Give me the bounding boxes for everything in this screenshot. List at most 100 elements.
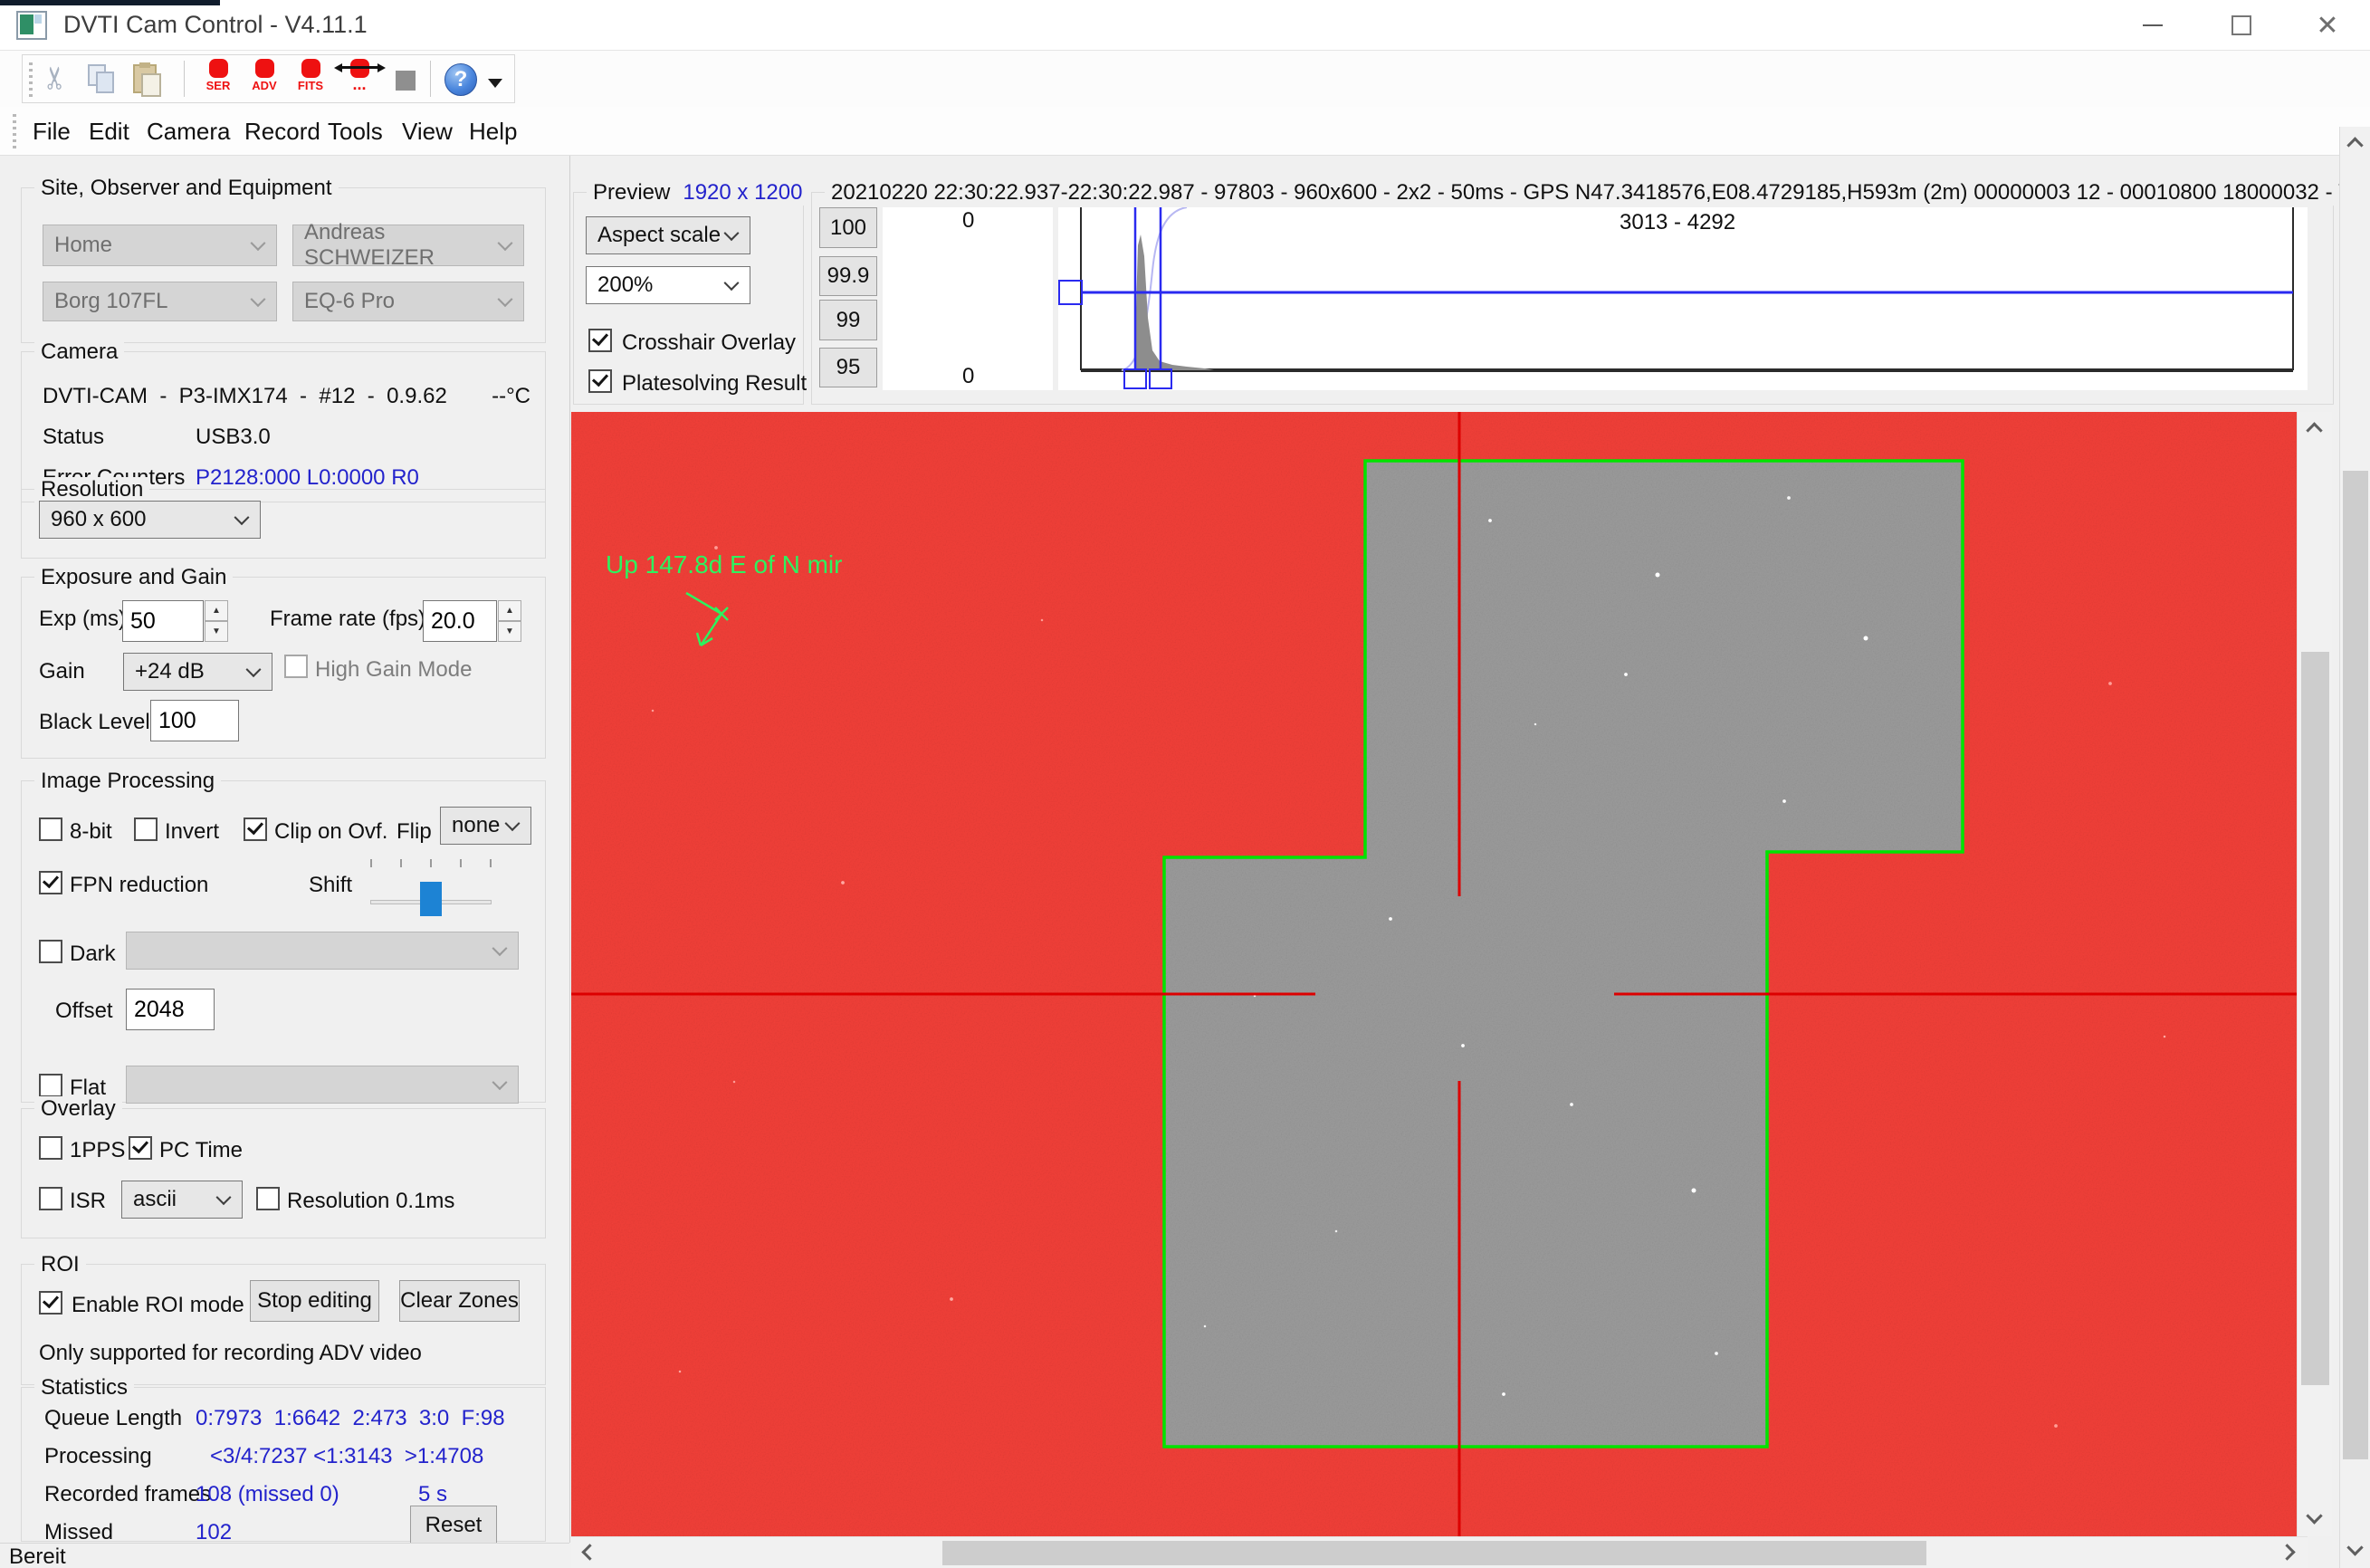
- exp-input[interactable]: 50: [122, 600, 204, 642]
- close-button[interactable]: ✕: [2285, 0, 2370, 51]
- cut-icon[interactable]: ✂: [40, 65, 71, 91]
- aspect-scale-select[interactable]: Aspect scale: [586, 216, 750, 254]
- window-vscrollbar[interactable]: [2339, 127, 2370, 1568]
- black-level-value: 100: [158, 708, 196, 734]
- queue-length-label: Queue Length: [44, 1407, 182, 1430]
- hscroll-thumb[interactable]: [942, 1541, 1926, 1565]
- clip-checkbox[interactable]: [244, 817, 267, 841]
- chevron-down-icon: [492, 1075, 508, 1090]
- pctime-checkbox[interactable]: [129, 1136, 152, 1160]
- spin-up-icon[interactable]: ▲: [498, 600, 521, 621]
- preview-hscrollbar[interactable]: [571, 1536, 2308, 1568]
- record-ser-button[interactable]: SER: [196, 59, 240, 100]
- menu-file[interactable]: File: [33, 118, 71, 146]
- paste-icon[interactable]: [133, 62, 164, 97]
- spin-down-icon[interactable]: ▼: [498, 621, 521, 642]
- flip-select[interactable]: none: [440, 807, 531, 845]
- flat-checkbox[interactable]: [39, 1074, 62, 1097]
- scroll-down-icon[interactable]: [2306, 1507, 2322, 1524]
- zoom-level-value: 200%: [597, 272, 653, 298]
- maximize-button[interactable]: [2198, 0, 2285, 51]
- shift-slider-thumb[interactable]: [420, 882, 442, 916]
- toolbar-overflow-icon[interactable]: [488, 79, 502, 88]
- telescope-select[interactable]: Borg 107FL: [43, 282, 277, 321]
- scroll-down-icon[interactable]: [2346, 1539, 2363, 1555]
- slider-tick: [370, 859, 372, 867]
- gain-select[interactable]: +24 dB: [123, 653, 272, 691]
- shift-label: Shift: [309, 874, 352, 897]
- recorded-frames-value: 108 (missed 0): [196, 1483, 339, 1506]
- slider-tick: [460, 859, 462, 867]
- resolution01-checkbox[interactable]: [256, 1187, 280, 1210]
- framerate-stepper[interactable]: ▲▼: [498, 600, 521, 642]
- menu-view[interactable]: View: [402, 118, 453, 146]
- spin-up-icon[interactable]: ▲: [205, 600, 228, 621]
- help-icon[interactable]: ?: [444, 63, 477, 96]
- scroll-left-icon[interactable]: [581, 1544, 597, 1560]
- scroll-right-icon[interactable]: [2279, 1544, 2295, 1560]
- offset-input[interactable]: 2048: [126, 989, 215, 1030]
- toolbar-grip[interactable]: [29, 62, 33, 97]
- group-exposure: Exposure and Gain Exp (ms) 50 ▲▼ Frame r…: [21, 577, 546, 759]
- framerate-input[interactable]: 20.0: [423, 600, 497, 642]
- isr-mode-select[interactable]: ascii: [121, 1181, 243, 1219]
- clear-zones-button[interactable]: Clear Zones: [399, 1280, 520, 1322]
- menu-record[interactable]: Record: [244, 118, 320, 146]
- observer-value: Andreas SCHWEIZER: [304, 220, 512, 271]
- profile-bottom-value: 0: [962, 365, 974, 388]
- scroll-up-icon[interactable]: [2346, 137, 2363, 153]
- dark-frame-select[interactable]: [126, 932, 519, 970]
- record-adv-button[interactable]: ADV: [243, 59, 286, 100]
- vscroll-thumb[interactable]: [2343, 471, 2368, 1459]
- preview-vscrollbar[interactable]: [2297, 412, 2332, 1536]
- menu-grip[interactable]: [13, 114, 16, 148]
- enable-roi-checkbox[interactable]: [39, 1291, 62, 1315]
- group-resolution-title: Resolution: [34, 477, 149, 502]
- copy-icon[interactable]: [88, 64, 119, 95]
- crosshair-overlay-checkbox[interactable]: [588, 329, 612, 352]
- 1pps-checkbox[interactable]: [39, 1136, 62, 1160]
- stretch-99-button[interactable]: 99: [819, 300, 877, 340]
- observer-select[interactable]: Andreas SCHWEIZER: [292, 225, 524, 266]
- zoom-level-select[interactable]: 200%: [586, 266, 750, 304]
- stop-icon[interactable]: [396, 71, 416, 91]
- group-statistics: Statistics Queue Length 0:7973 1:6642 2:…: [21, 1387, 546, 1542]
- record-fits-button[interactable]: FITS: [289, 59, 332, 100]
- stop-editing-button[interactable]: Stop editing: [250, 1280, 379, 1322]
- preview-canvas[interactable]: Up 147.8d E of N mir: [571, 412, 2297, 1536]
- menu-help[interactable]: Help: [469, 118, 517, 146]
- exp-stepper[interactable]: ▲▼: [205, 600, 228, 642]
- menu-camera[interactable]: Camera: [147, 118, 230, 146]
- minimize-button[interactable]: [2109, 0, 2196, 51]
- recorded-time-value: 5 s: [418, 1483, 447, 1506]
- fpn-label: FPN reduction: [70, 874, 208, 897]
- invert-checkbox[interactable]: [134, 817, 158, 841]
- preview-title-text: Preview: [593, 180, 670, 206]
- record-options-label: ...: [336, 80, 383, 89]
- high-gain-checkbox[interactable]: [284, 655, 308, 678]
- black-level-input[interactable]: 100: [150, 700, 239, 741]
- scroll-up-icon[interactable]: [2306, 422, 2322, 438]
- resolution-select[interactable]: 960 x 600: [39, 501, 261, 539]
- group-processing-title: Image Processing: [34, 769, 221, 794]
- record-options-button[interactable]: ...: [336, 59, 383, 100]
- platesolving-checkbox[interactable]: [588, 369, 612, 393]
- site-select[interactable]: Home: [43, 225, 277, 266]
- toolbar-band: ✂ SER ADV FITS: [22, 54, 515, 103]
- flat-frame-select[interactable]: [126, 1066, 519, 1104]
- stretch-99-9-button[interactable]: 99.9: [819, 256, 877, 296]
- isr-checkbox[interactable]: [39, 1187, 62, 1210]
- 8bit-checkbox[interactable]: [39, 817, 62, 841]
- dark-checkbox[interactable]: [39, 940, 62, 963]
- mount-select[interactable]: EQ-6 Pro: [292, 282, 524, 321]
- background-window-strip: [0, 0, 220, 5]
- fpn-checkbox[interactable]: [39, 871, 62, 894]
- histogram-panel: 3013 - 4292: [1058, 207, 2308, 390]
- stretch-95-button[interactable]: 95: [819, 348, 877, 387]
- menu-edit[interactable]: Edit: [89, 118, 129, 146]
- menu-tools[interactable]: Tools: [328, 118, 383, 146]
- reset-button[interactable]: Reset: [410, 1506, 497, 1545]
- spin-down-icon[interactable]: ▼: [205, 621, 228, 642]
- vscroll-thumb[interactable]: [2301, 652, 2329, 1385]
- stretch-100-button[interactable]: 100: [819, 207, 877, 248]
